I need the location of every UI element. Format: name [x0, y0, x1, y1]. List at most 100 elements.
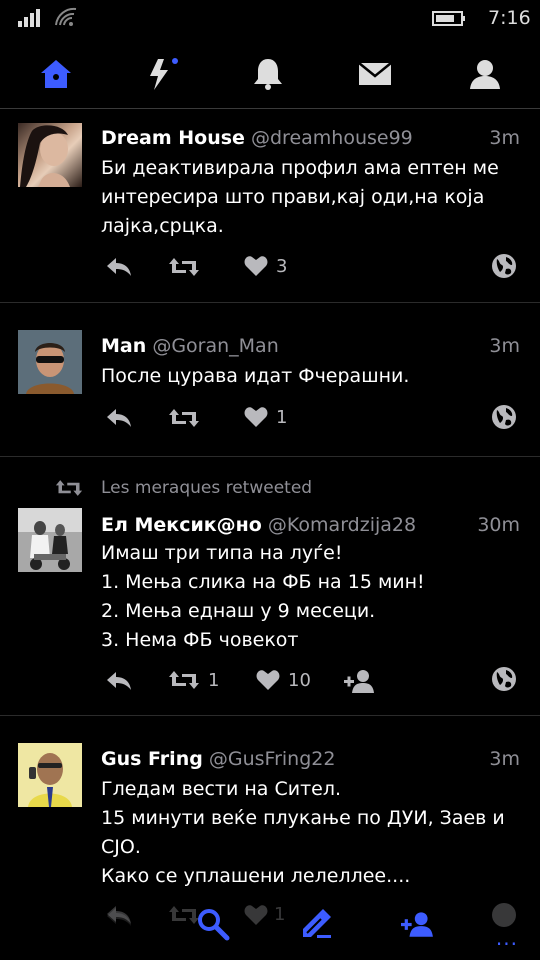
tweet-line: Би деактивирала профил ама ептен ме	[101, 157, 499, 179]
author-name[interactable]: Dream House	[101, 127, 245, 149]
retweet-count: 1	[208, 669, 220, 691]
like-count: 3	[276, 255, 288, 277]
globe-button[interactable]	[491, 666, 517, 692]
wifi-icon	[55, 7, 77, 26]
tweet-age: 3m	[489, 748, 520, 770]
top-tab-bar	[0, 42, 540, 106]
retweet-button[interactable]	[168, 407, 200, 429]
like-count: 10	[288, 669, 311, 691]
clock: 7:16	[488, 7, 531, 29]
tweet-header: Ел Мексик@но @Komardzija28	[101, 514, 416, 536]
avatar-photo	[20, 125, 70, 187]
retweet-icon	[169, 409, 199, 427]
reply-button[interactable]	[105, 256, 133, 278]
tweet-header: Gus Fring @GusFring22	[101, 748, 335, 770]
avatar-photo	[18, 330, 82, 394]
reply-button[interactable]	[105, 670, 133, 692]
tweet-line: интересира што прави,кај оди,на која	[101, 186, 485, 208]
retweet-button[interactable]	[168, 256, 200, 278]
tweet-line: После цурава идат Фчерашни.	[101, 365, 410, 387]
author-name[interactable]: Gus Fring	[101, 748, 203, 770]
tweet-text: Гледам вести на Сител. 15 минути веќе пл…	[101, 775, 521, 891]
globe-icon	[492, 667, 516, 691]
status-bar: 7:16	[0, 0, 540, 38]
tweet-text: Имаш три типа на луѓе! 1. Мења слика на …	[101, 539, 521, 655]
tweet[interactable]: Dream House @dreamhouse99 3m Би деактиви…	[0, 109, 540, 302]
avatar[interactable]	[18, 330, 82, 394]
reply-icon	[107, 409, 131, 427]
author-name[interactable]: Ел Мексик@но	[101, 514, 262, 536]
profile-icon	[470, 60, 500, 89]
like-button[interactable]: 1	[244, 406, 287, 428]
add-user-button[interactable]	[398, 904, 438, 944]
heart-icon	[244, 256, 268, 276]
notifications-lightning-tab[interactable]	[142, 54, 182, 94]
tweet-line: лајка,срцка.	[101, 215, 224, 237]
reply-icon	[107, 906, 131, 924]
home-icon	[41, 60, 71, 88]
profile-tab[interactable]	[465, 54, 505, 94]
search-button[interactable]	[193, 904, 233, 944]
compose-icon	[303, 909, 331, 938]
retweet-button[interactable]: 1	[168, 669, 219, 691]
like-button[interactable]: 10	[256, 669, 311, 691]
globe-icon	[492, 405, 516, 429]
like-count: 1	[274, 904, 286, 925]
tweet-line: СЈО.	[101, 836, 141, 858]
globe-button[interactable]	[491, 404, 517, 430]
app-bar-background	[0, 890, 540, 960]
heart-icon	[244, 905, 268, 925]
globe-button[interactable]	[491, 253, 517, 279]
avatar[interactable]	[18, 743, 82, 807]
avatar[interactable]	[18, 123, 82, 187]
alerts-tab[interactable]	[248, 54, 288, 94]
battery-icon	[432, 11, 465, 26]
tweet-line: Како се уплашени лелеллее....	[101, 865, 411, 887]
tweet-age: 30m	[477, 514, 520, 536]
author-handle[interactable]: @dreamhouse99	[251, 127, 413, 149]
globe-icon	[492, 254, 516, 278]
like-button[interactable]: 3	[244, 255, 287, 277]
lightning-icon	[150, 58, 178, 90]
add-user-icon	[401, 912, 433, 937]
like-count: 1	[276, 406, 288, 428]
more-button[interactable]: ...	[496, 926, 518, 950]
tweet-line: 2. Мења еднаш у 9 месеци.	[101, 600, 376, 622]
heart-icon	[244, 407, 268, 427]
retweeted-by[interactable]: Les meraques retweeted	[101, 478, 312, 498]
messages-tab[interactable]	[355, 54, 395, 94]
search-icon	[198, 909, 230, 941]
add-user-icon	[344, 670, 374, 693]
tweet-age: 3m	[489, 127, 520, 149]
tweet[interactable]: Les meraques retweeted Ел Мексик@но @Kom…	[0, 457, 540, 715]
bottom-app-bar: 1 ...	[0, 890, 540, 960]
tweet-line: Гледам вести на Сител.	[101, 778, 342, 800]
tweet[interactable]: Man @Goran_Man 3m После цурава идат Фчер…	[0, 303, 540, 456]
follow-button[interactable]	[344, 669, 376, 693]
compose-button[interactable]	[296, 904, 336, 944]
tweet-age: 3m	[489, 335, 520, 357]
retweet-icon	[55, 480, 83, 496]
globe-icon	[492, 903, 516, 927]
reply-icon	[107, 672, 131, 690]
tweet-header: Man @Goran_Man	[101, 335, 279, 357]
retweet-icon	[169, 258, 199, 276]
tweet-header: Dream House @dreamhouse99	[101, 127, 413, 149]
author-handle[interactable]: @GusFring22	[209, 748, 336, 770]
tweet-line: 3. Нема ФБ човекот	[101, 629, 299, 651]
author-handle[interactable]: @Komardzija28	[268, 514, 416, 536]
signal-icon	[18, 9, 40, 27]
tweet-text: Би деактивирала профил ама ептен ме инте…	[101, 154, 521, 241]
author-name[interactable]: Man	[101, 335, 146, 357]
avatar[interactable]	[18, 508, 82, 572]
home-tab[interactable]	[36, 54, 76, 94]
tweet-line: Имаш три типа на луѓе!	[101, 542, 343, 564]
reply-button[interactable]	[105, 407, 133, 429]
author-handle[interactable]: @Goran_Man	[152, 335, 278, 357]
tweet[interactable]: Gus Fring @GusFring22 3m Гледам вести на…	[0, 716, 540, 926]
tweet-text: После цурава идат Фчерашни.	[101, 362, 521, 391]
tweet-line: 1. Мења слика на ФБ на 15 мин!	[101, 571, 425, 593]
tweet-line: 15 минути веќе плукање по ДУИ, Заев и	[101, 807, 505, 829]
bell-icon	[254, 59, 282, 90]
avatar-photo	[18, 508, 82, 572]
